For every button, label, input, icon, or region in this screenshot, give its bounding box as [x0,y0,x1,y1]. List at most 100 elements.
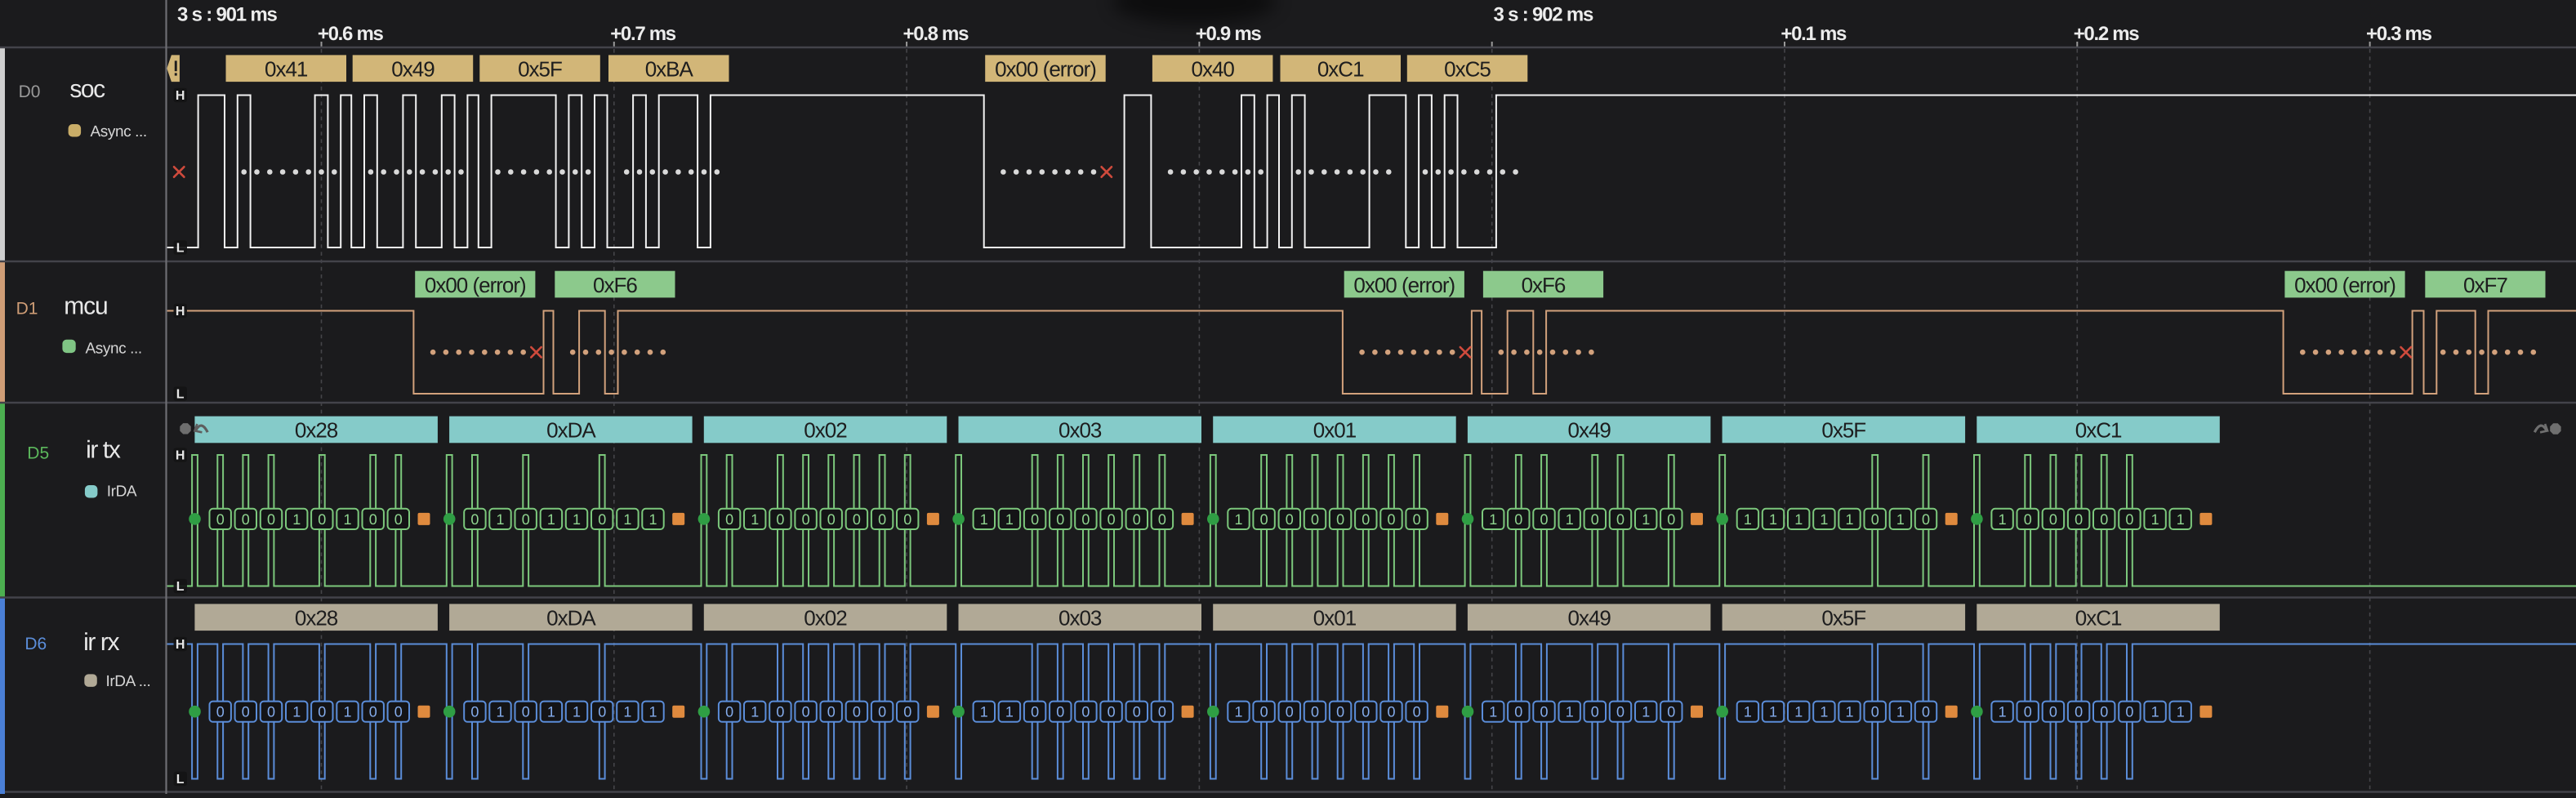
svg-text:1: 1 [1489,704,1497,720]
svg-text:0: 0 [369,511,377,528]
svg-text:H: H [176,638,185,652]
svg-text:0: 0 [2075,511,2083,528]
svg-text:0x01: 0x01 [1313,606,1357,631]
svg-text:0: 0 [1286,704,1294,720]
svg-text:0x00 (error): 0x00 (error) [995,57,1096,82]
svg-text:0: 0 [878,704,886,720]
svg-text:0: 0 [470,704,479,720]
svg-text:1: 1 [1820,511,1828,528]
svg-text:0: 0 [1413,511,1421,528]
svg-text:L: L [176,388,185,402]
svg-text:0: 0 [1922,704,1930,720]
svg-text:1: 1 [1794,511,1803,528]
svg-text:1: 1 [1744,704,1752,720]
svg-text:1: 1 [343,704,351,720]
svg-text:0: 0 [267,704,275,720]
svg-text:0: 0 [903,704,911,720]
svg-text:0x00 (error): 0x00 (error) [1353,273,1455,297]
svg-text:0: 0 [776,704,784,720]
svg-text:0: 0 [1336,511,1344,528]
svg-text:1: 1 [1234,704,1242,720]
svg-text:0: 0 [1871,511,1879,528]
svg-text:D1: D1 [16,300,38,319]
svg-text:+0.9 ms: +0.9 ms [1196,23,1262,45]
svg-text:soc: soc [69,76,105,103]
svg-text:0: 0 [598,511,606,528]
svg-text:0x28: 0x28 [295,606,338,631]
svg-text:0: 0 [318,511,326,528]
svg-text:1: 1 [623,704,631,720]
svg-text:0: 0 [318,704,326,720]
svg-text:0: 0 [1540,704,1548,720]
svg-text:0: 0 [1081,511,1090,528]
svg-text:0: 0 [1108,704,1116,720]
svg-text:0: 0 [1387,511,1395,528]
svg-text:0: 0 [1591,704,1599,720]
svg-text:0x00 (error): 0x00 (error) [2294,273,2396,297]
svg-text:Async ...: Async ... [86,341,142,358]
svg-text:+0.7 ms: +0.7 ms [610,23,676,45]
svg-text:0: 0 [394,704,403,720]
svg-text:+0.3 ms: +0.3 ms [2366,23,2432,45]
svg-text:0: 0 [522,704,530,720]
svg-text:0x5F: 0x5F [518,57,562,82]
svg-text:0: 0 [1871,704,1879,720]
svg-text:1: 1 [547,704,555,720]
svg-text:0: 0 [903,511,911,528]
svg-text:1: 1 [573,704,581,720]
svg-text:0xBA: 0xBA [645,57,694,82]
svg-text:0x49: 0x49 [1568,606,1611,631]
svg-text:0: 0 [369,704,377,720]
svg-text:0: 0 [1514,511,1522,528]
svg-text:0: 0 [1413,704,1421,720]
svg-text:0: 0 [216,704,225,720]
svg-text:0: 0 [776,511,784,528]
svg-text:mcu: mcu [64,292,107,319]
svg-text:0: 0 [2125,511,2133,528]
svg-text:0: 0 [2125,704,2133,720]
svg-text:1: 1 [1845,704,1853,720]
svg-text:0xC1: 0xC1 [2075,418,2122,443]
svg-text:ir rx: ir rx [83,629,119,656]
svg-text:0xC1: 0xC1 [1317,57,1364,82]
svg-text:0: 0 [2024,511,2032,528]
svg-text:ir tx: ir tx [86,437,121,464]
svg-text:1: 1 [1896,704,1905,720]
svg-text:0: 0 [1667,511,1675,528]
svg-text:1: 1 [2151,704,2159,720]
svg-text:0: 0 [1387,704,1395,720]
svg-text:D6: D6 [25,635,47,653]
svg-text:0: 0 [802,704,810,720]
svg-text:0: 0 [853,511,861,528]
svg-text:IrDA ...: IrDA ... [106,673,151,690]
svg-text:0: 0 [2049,704,2057,720]
svg-text:1: 1 [1744,511,1752,528]
svg-text:0: 0 [2049,511,2057,528]
svg-text:0: 0 [598,704,606,720]
svg-text:1: 1 [573,511,581,528]
svg-text:1: 1 [1566,704,1574,720]
svg-text:0x28: 0x28 [295,418,338,443]
svg-text:0xF7: 0xF7 [2463,273,2507,297]
svg-text:0xF6: 0xF6 [593,273,637,297]
svg-text:+0.8 ms: +0.8 ms [903,23,969,45]
svg-text:0: 0 [1158,511,1166,528]
svg-text:0: 0 [2024,704,2032,720]
svg-text:1: 1 [1642,704,1650,720]
svg-text:0x01: 0x01 [1313,418,1357,443]
svg-text:1: 1 [2151,511,2159,528]
svg-text:0: 0 [1311,704,1319,720]
svg-text:0x49: 0x49 [391,57,435,82]
svg-text:0: 0 [1922,511,1930,528]
svg-text:1: 1 [1999,704,2007,720]
svg-text:1: 1 [980,511,988,528]
svg-text:L: L [176,580,185,594]
svg-text:1: 1 [343,511,351,528]
svg-text:0xC5: 0xC5 [1444,57,1491,82]
svg-text:0: 0 [470,511,479,528]
svg-text:1: 1 [980,704,988,720]
svg-text:0: 0 [1158,704,1166,720]
svg-text:0xC1: 0xC1 [2075,606,2122,631]
svg-text:Async ...: Async ... [91,123,147,140]
svg-text:1: 1 [1769,511,1777,528]
